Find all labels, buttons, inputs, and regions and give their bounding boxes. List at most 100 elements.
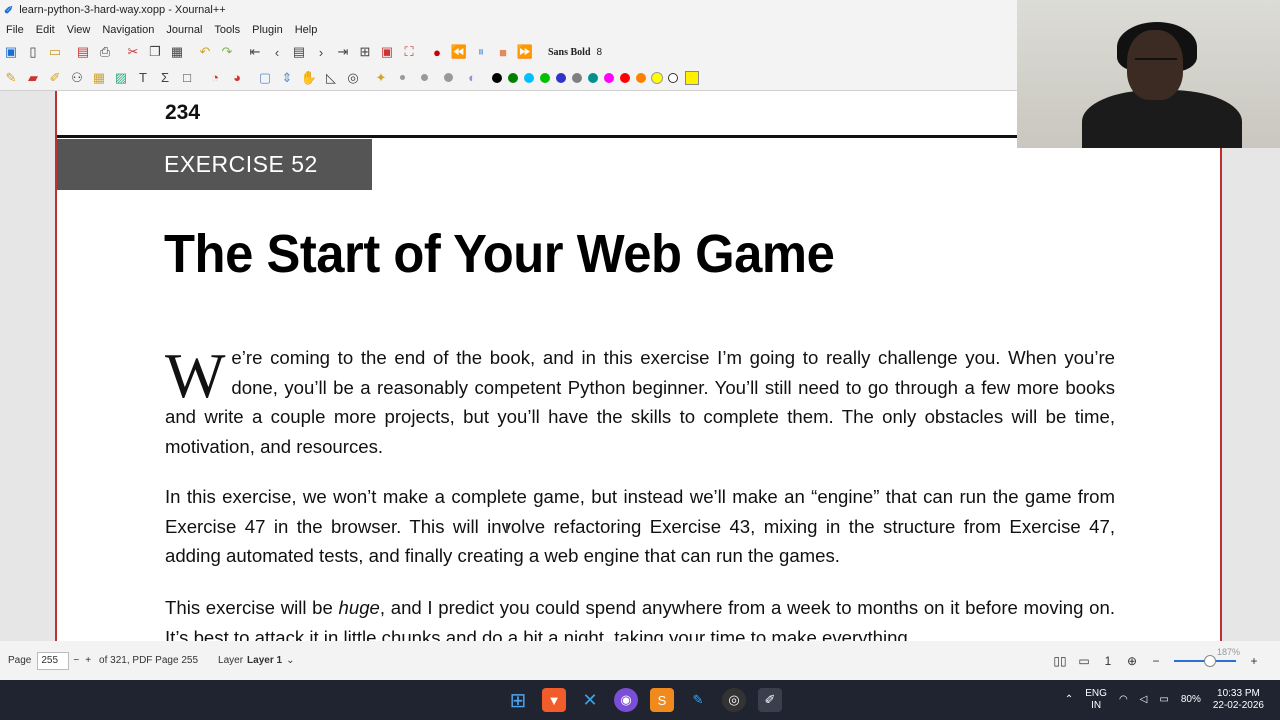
redo-icon[interactable]: ↷ (216, 41, 238, 63)
medium-line-icon[interactable] (421, 74, 428, 81)
compass-icon[interactable]: ◎ (342, 67, 364, 89)
chevron-down-icon[interactable]: ⌄ (286, 655, 294, 666)
current-color-swatch[interactable] (685, 70, 699, 85)
new-document-icon[interactable]: ▯ (22, 41, 44, 63)
copy-icon[interactable]: ❐ (144, 41, 166, 63)
pen-icon[interactable]: ✎ (0, 67, 22, 89)
tray-chevron-icon[interactable]: ⌃ (1065, 694, 1073, 706)
last-page-icon[interactable]: ⇥ (332, 41, 354, 63)
menu-plugin[interactable]: Plugin (246, 24, 289, 36)
hand-icon[interactable]: ✋ (298, 67, 320, 89)
highlighter-icon[interactable]: ✐ (44, 67, 66, 89)
obs-icon[interactable]: ◎ (722, 688, 746, 712)
next-page-icon[interactable]: › (310, 41, 332, 63)
clock[interactable]: 10:33 PM 22-02-2026 (1213, 688, 1264, 712)
rewind-icon[interactable]: ⏪ (448, 41, 470, 63)
menu-journal[interactable]: Journal (160, 24, 208, 36)
pdf-page[interactable]: 234 EXERCISE 52 The Start of Your Web Ga… (55, 91, 1222, 641)
battery-icon[interactable]: ▭ (1159, 694, 1168, 706)
xournal-taskbar-icon[interactable]: ✐ (758, 688, 782, 712)
menu-navigation[interactable]: Navigation (96, 24, 160, 36)
rectangle-icon[interactable]: □ (176, 67, 198, 89)
text-icon[interactable]: T (132, 67, 154, 89)
tex-icon[interactable]: Σ (154, 67, 176, 89)
menu-file[interactable]: File (0, 24, 30, 36)
ruler-icon[interactable]: ◔ (204, 67, 226, 89)
zoom-fit-icon[interactable]: ⊕ (1125, 654, 1139, 668)
cut-icon[interactable]: ✂ (122, 41, 144, 63)
delete-page-icon[interactable]: ▣ (376, 41, 398, 63)
vertical-space-icon[interactable]: ⇕ (276, 67, 298, 89)
stop-icon[interactable]: ■ (492, 41, 514, 63)
fullscreen-icon[interactable]: ⛶ (398, 41, 420, 63)
color-magenta[interactable] (604, 72, 614, 83)
color-yellow[interactable] (651, 71, 663, 84)
xmind-icon[interactable]: ✕ (578, 688, 602, 712)
zoom-controls: ▯▯ ▭ 1 ⊕ − + (1048, 641, 1266, 680)
page-input[interactable]: 255 (37, 651, 70, 670)
zoom-in-icon[interactable]: + (1247, 654, 1261, 668)
zoom-out-icon[interactable]: − (1149, 654, 1163, 668)
fast-forward-icon[interactable]: ⏩ (514, 41, 536, 63)
github-icon[interactable]: ◉ (614, 688, 638, 712)
color-teal[interactable] (588, 72, 598, 83)
select-object-icon[interactable]: ▢ (254, 67, 276, 89)
dropcap: W (165, 340, 226, 411)
previous-page-icon[interactable]: ‹ (266, 41, 288, 63)
color-white[interactable] (668, 72, 678, 83)
layer-select[interactable]: Layer 1 (247, 655, 282, 666)
print-icon[interactable]: ⎙ (94, 41, 116, 63)
presentation-icon[interactable]: ▭ (1077, 654, 1091, 668)
taskbar: ⊞ ▼ ✕ ◉ S ✎ ◎ ✐ ⌃ ENG IN ◠ ◁ ▭ 80% 10:33… (0, 680, 1280, 720)
sublime-icon[interactable]: S (650, 688, 674, 712)
page-minus-button[interactable]: − (73, 655, 79, 666)
font-size[interactable]: 8 (597, 47, 603, 58)
color-orange[interactable] (636, 72, 646, 83)
color-picker-icon[interactable]: ◐ (461, 67, 483, 89)
image-icon[interactable]: ▨ (110, 67, 132, 89)
clock-date: 22-02-2026 (1212, 700, 1264, 711)
save-icon[interactable]: ▣ (0, 41, 22, 63)
two-pages-icon[interactable]: ▯▯ (1053, 654, 1067, 668)
language-indicator[interactable]: ENG IN (1085, 688, 1107, 712)
record-icon[interactable]: ● (426, 41, 448, 63)
color-light-blue[interactable] (524, 72, 534, 83)
zoom-slider[interactable] (1174, 654, 1236, 667)
font-name[interactable]: Sans Bold (548, 47, 591, 58)
start-icon[interactable]: ⊞ (506, 688, 530, 712)
first-page-icon[interactable]: ⇤ (244, 41, 266, 63)
color-gray[interactable] (572, 72, 582, 83)
fill-icon[interactable]: ✦ (370, 67, 392, 89)
pause-icon[interactable]: ⏸ (470, 41, 492, 63)
color-light-green[interactable] (540, 72, 550, 83)
shape-icon[interactable]: ⚇ (66, 67, 88, 89)
paste-icon[interactable]: ▦ (166, 41, 188, 63)
goto-page-icon[interactable]: ▤ (288, 41, 310, 63)
undo-icon[interactable]: ↶ (194, 41, 216, 63)
select-rect-icon[interactable]: ▦ (88, 67, 110, 89)
menu-edit[interactable]: Edit (30, 24, 61, 36)
document-canvas[interactable]: 234 EXERCISE 52 The Start of Your Web Ga… (0, 91, 1280, 641)
zoom-slider-knob[interactable] (1203, 654, 1216, 667)
brave-icon[interactable]: ▼ (542, 688, 566, 712)
arrow-icon[interactable]: ◕ (226, 67, 248, 89)
wifi-icon[interactable]: ◠ (1119, 694, 1128, 706)
menu-view[interactable]: View (61, 24, 97, 36)
page-plus-button[interactable]: + (85, 655, 91, 666)
menu-tools[interactable]: Tools (208, 24, 246, 36)
open-folder-icon[interactable]: ▭ (44, 41, 66, 63)
volume-icon[interactable]: ◁ (1140, 694, 1148, 706)
thin-line-icon[interactable] (400, 75, 405, 80)
menu-help[interactable]: Help (289, 24, 324, 36)
setsquare-icon[interactable]: ◺ (320, 67, 342, 89)
color-red[interactable] (620, 72, 630, 83)
insert-page-icon[interactable]: ⊞ (354, 41, 376, 63)
zoom-100-icon[interactable]: 1 (1101, 654, 1115, 668)
export-pdf-icon[interactable]: ▤ (72, 41, 94, 63)
eraser-icon[interactable]: ▰ (22, 67, 44, 89)
thick-line-icon[interactable] (444, 73, 453, 82)
color-black[interactable] (492, 72, 502, 83)
pen-app-icon[interactable]: ✎ (686, 688, 710, 712)
color-green[interactable] (508, 72, 518, 83)
color-blue[interactable] (556, 72, 566, 83)
